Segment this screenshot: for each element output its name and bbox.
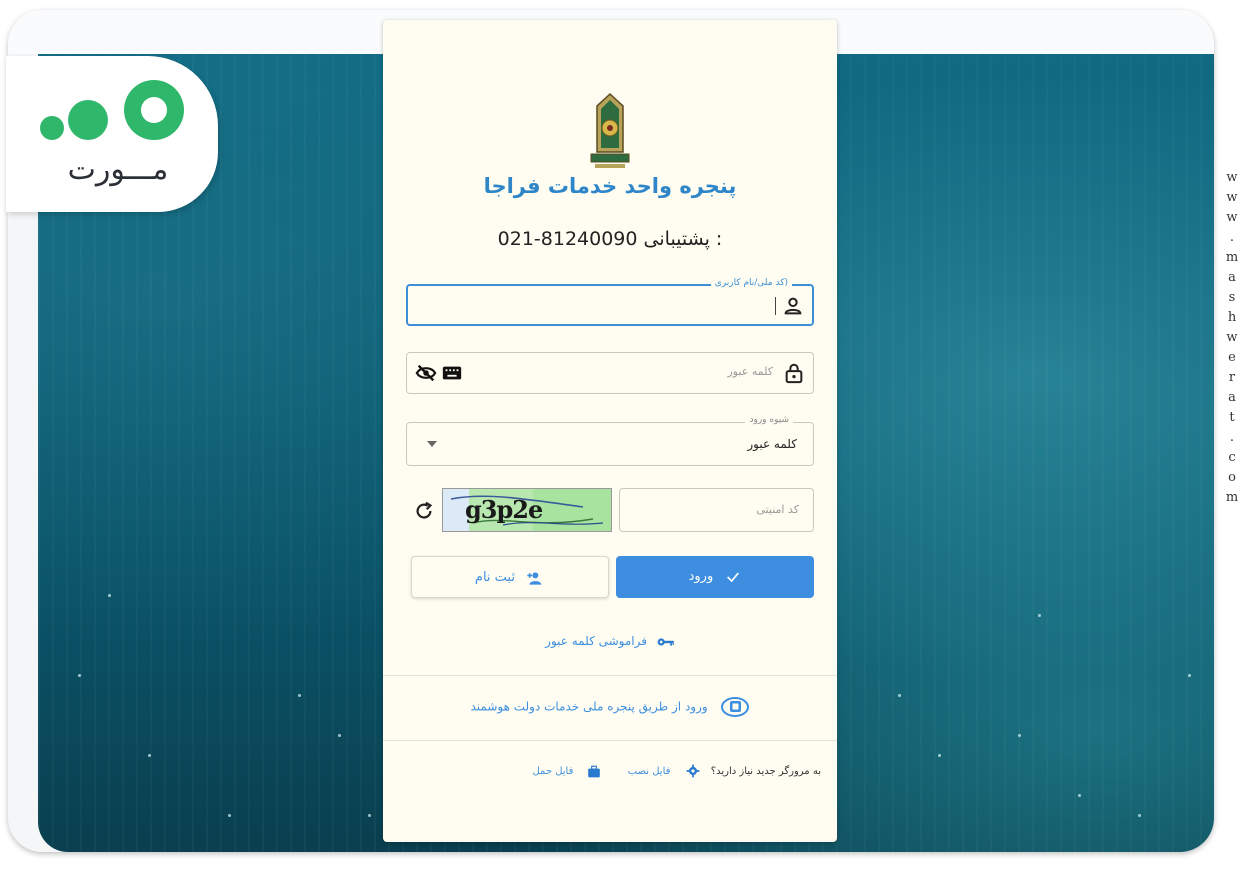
captcha-input[interactable]: کد امنیتی [619, 488, 814, 532]
login-method-value: کلمه عبور [747, 437, 797, 451]
add-user-icon [527, 572, 542, 585]
text-caret [775, 297, 776, 315]
brand-logo-text: مـــورت [67, 152, 169, 187]
register-button[interactable]: ثبت نام [411, 556, 609, 598]
police-emblem-icon [590, 92, 630, 168]
support-line: : پشتیبانی 021-81240090 [383, 228, 837, 250]
divider [383, 675, 837, 676]
browser-question: به مرورگر جدید نیاز دارید؟ [710, 766, 821, 777]
dropdown-arrow-icon [427, 441, 437, 447]
gov-login-link[interactable]: ورود از طریق پنجره ملی خدمات دولت هوشمند [383, 696, 837, 718]
keyboard-icon[interactable] [441, 362, 463, 384]
watermark-char: . [1229, 430, 1235, 445]
password-placeholder: کلمه عبور [727, 365, 773, 378]
page-title: پنجره واحد خدمات فراجا [483, 174, 737, 198]
username-field[interactable]: (کد ملی/نام کاربری [406, 278, 814, 326]
star [368, 814, 371, 817]
watermark-char: a [1228, 270, 1236, 285]
star [148, 754, 151, 757]
star [1078, 794, 1081, 797]
watermark-char: a [1228, 390, 1236, 405]
watermark-char: r [1228, 370, 1236, 385]
star [108, 594, 111, 597]
brand-logo-icon [40, 80, 184, 140]
watermark-char: o [1228, 470, 1236, 485]
login-method-select[interactable]: شیوه ورود کلمه عبور [406, 415, 814, 466]
captcha-image: g3p2e [442, 488, 612, 532]
lock-icon [785, 363, 803, 384]
login-button[interactable]: ورود [616, 556, 814, 598]
divider [383, 740, 837, 741]
password-field[interactable]: کلمه عبور [406, 352, 814, 394]
support-label: : پشتیبانی [643, 228, 723, 250]
user-icon [784, 297, 802, 315]
watermark-char: w [1226, 170, 1238, 185]
browser-download-row: به مرورگر جدید نیاز دارید؟ فایل نصب فایل… [532, 764, 821, 778]
register-button-label: ثبت نام [474, 570, 515, 585]
watermark-char: . [1229, 230, 1235, 245]
forgot-password-label: فراموشی کلمه عبور [545, 634, 647, 648]
gear-icon [686, 764, 700, 778]
star [1038, 614, 1041, 617]
watermark-char: t [1229, 410, 1235, 425]
watermark-char: w [1226, 210, 1238, 225]
watermark-char: w [1226, 330, 1238, 345]
portable-file-link[interactable]: فایل حمل [532, 766, 573, 777]
star [298, 694, 301, 697]
star [338, 734, 341, 737]
star [1138, 814, 1141, 817]
star [78, 674, 81, 677]
star [938, 754, 941, 757]
gov-window-icon [720, 697, 749, 717]
login-button-label: ورود [688, 569, 714, 584]
check-icon [727, 572, 740, 583]
support-number: 021-81240090 [497, 228, 638, 250]
eye-off-icon[interactable] [415, 362, 437, 384]
brand-logo-badge: مـــورت [6, 56, 218, 212]
watermark-char: m [1225, 250, 1239, 265]
refresh-icon[interactable] [413, 500, 435, 522]
login-method-legend: شیوه ورود [745, 415, 793, 425]
captcha-text: g3p2e [465, 495, 543, 524]
login-card: پنجره واحد خدمات فراجا : پشتیبانی 021-81… [383, 20, 837, 842]
username-legend: (کد ملی/نام کاربری [710, 278, 792, 288]
watermark-char: m [1225, 490, 1239, 505]
forgot-password-link[interactable]: فراموشی کلمه عبور [383, 634, 837, 648]
star [898, 694, 901, 697]
star [1018, 734, 1021, 737]
site-watermark: www.mashwerat.com [1222, 168, 1242, 508]
watermark-char: c [1228, 450, 1236, 465]
captcha-placeholder: کد امنیتی [756, 503, 799, 516]
install-file-link[interactable]: فایل نصب [628, 766, 671, 777]
watermark-char: s [1228, 290, 1236, 305]
star [1188, 674, 1191, 677]
briefcase-icon [587, 765, 600, 777]
key-icon [657, 637, 674, 646]
star [228, 814, 231, 817]
gov-login-label: ورود از طریق پنجره ملی خدمات دولت هوشمند [470, 699, 708, 714]
watermark-char: w [1226, 190, 1238, 205]
watermark-char: e [1228, 350, 1236, 365]
watermark-char: h [1227, 310, 1237, 325]
